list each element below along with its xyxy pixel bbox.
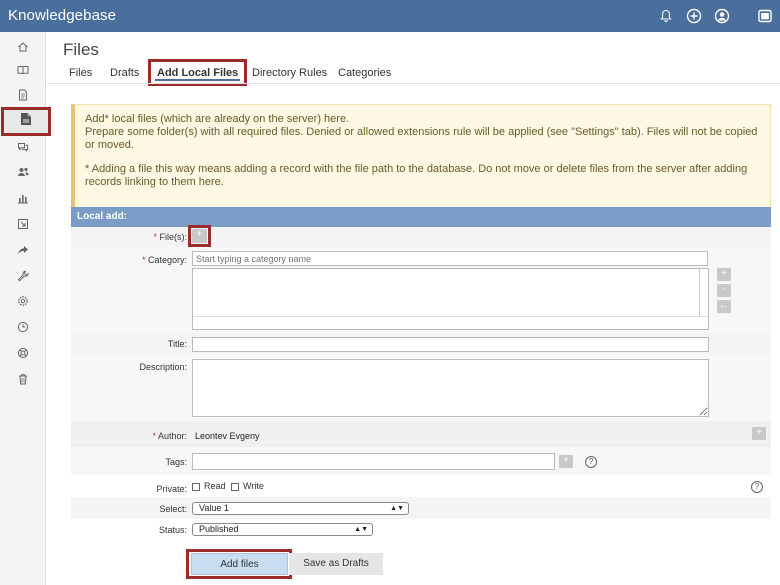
- share-icon[interactable]: [3, 239, 43, 261]
- select-label: Select:: [159, 504, 187, 514]
- category-list-scrollbar[interactable]: [699, 269, 700, 316]
- tags-input[interactable]: [192, 453, 555, 470]
- select-dropdown[interactable]: Value 1 ▲▼: [192, 502, 409, 515]
- files-add-button[interactable]: +: [192, 229, 207, 243]
- comments-icon[interactable]: [3, 136, 43, 158]
- import-icon[interactable]: [3, 213, 43, 235]
- add-files-button[interactable]: Add files: [191, 553, 288, 575]
- document-icon[interactable]: [3, 84, 43, 106]
- panel-header: Local add:: [71, 207, 771, 227]
- book-icon[interactable]: [3, 59, 43, 81]
- title-input[interactable]: [192, 337, 709, 352]
- notice-line-3: * Adding a file this way means adding a …: [85, 163, 748, 188]
- tags-row: Tags: + ?: [71, 447, 771, 475]
- lifebuoy-icon[interactable]: [3, 342, 43, 364]
- category-remove-button[interactable]: -: [717, 284, 731, 297]
- plus-circle-icon[interactable]: [684, 6, 704, 26]
- chevron-updown-icon: ▲▼: [390, 505, 404, 512]
- category-add-button[interactable]: +: [717, 268, 731, 281]
- title-row: Title:: [71, 333, 771, 355]
- home-icon[interactable]: [3, 36, 43, 58]
- window-icon[interactable]: [755, 6, 775, 26]
- author-add-button[interactable]: +: [752, 427, 766, 440]
- tab-divider: [47, 83, 780, 84]
- tags-help-icon[interactable]: ?: [585, 456, 597, 468]
- description-label: Description:: [139, 362, 187, 372]
- private-read-checkbox[interactable]: [192, 482, 200, 491]
- category-list[interactable]: [192, 268, 709, 330]
- author-row: * Author: Leontev Evgeny +: [71, 421, 771, 447]
- top-bar: Knowledgebase: [0, 0, 780, 32]
- tags-add-button[interactable]: +: [559, 455, 573, 468]
- description-row: Description:: [71, 355, 771, 421]
- file-icon: [20, 112, 32, 131]
- sidebar-item-files[interactable]: [1, 107, 51, 136]
- tab-add-local-files-label: Add Local Files: [157, 66, 239, 79]
- sidebar: [0, 32, 51, 585]
- private-write-option[interactable]: Write: [231, 481, 264, 491]
- user-icon[interactable]: [712, 6, 732, 26]
- gear-icon[interactable]: [3, 290, 43, 312]
- bar-chart-icon[interactable]: [3, 187, 43, 209]
- author-value: Leontev Evgeny: [195, 431, 260, 441]
- chevron-updown-icon: ▲▼: [354, 526, 368, 533]
- author-label: * Author:: [152, 431, 187, 441]
- main-content: Files Files Drafts Add Local Files Direc…: [47, 32, 780, 585]
- tags-label: Tags:: [165, 457, 187, 467]
- tab-directory-rules[interactable]: Directory Rules: [252, 67, 327, 79]
- status-row: Status: Published ▲▼: [71, 519, 771, 541]
- save-as-drafts-button[interactable]: Save as Drafts: [289, 553, 383, 575]
- files-label: * File(s):: [153, 232, 187, 242]
- notice-line-1: Add* local files (which are already on t…: [85, 113, 350, 125]
- title-label: Title:: [167, 339, 187, 349]
- tab-categories[interactable]: Categories: [338, 67, 391, 79]
- status-label: Status:: [158, 525, 187, 535]
- active-tab-underline: [155, 79, 241, 81]
- tab-drafts[interactable]: Drafts: [110, 67, 139, 79]
- clock-icon[interactable]: [3, 316, 43, 338]
- private-label: Private:: [156, 484, 187, 494]
- wrench-icon[interactable]: [3, 265, 43, 287]
- category-back-button[interactable]: ←: [717, 300, 731, 313]
- private-read-option[interactable]: Read: [192, 481, 226, 491]
- files-row: * File(s): +: [71, 225, 771, 247]
- category-row: * Category: + - ←: [71, 247, 771, 333]
- category-label: * Category:: [141, 255, 187, 265]
- users-icon[interactable]: [3, 161, 43, 183]
- bell-icon[interactable]: [656, 6, 676, 26]
- add-files-highlight: Add files: [186, 549, 292, 579]
- page-title: Files: [63, 40, 99, 59]
- tab-files[interactable]: Files: [69, 67, 92, 79]
- tab-add-local-files[interactable]: Add Local Files: [148, 59, 248, 86]
- category-input[interactable]: [192, 251, 708, 266]
- private-write-checkbox[interactable]: [231, 482, 239, 491]
- app-title[interactable]: Knowledgebase: [8, 7, 116, 24]
- private-help-icon[interactable]: ?: [751, 481, 763, 493]
- notice-line-2: Prepare some folder(s) with all required…: [85, 126, 758, 151]
- description-textarea[interactable]: [192, 359, 709, 417]
- status-dropdown[interactable]: Published ▲▼: [192, 523, 373, 536]
- files-add-highlight: +: [188, 225, 211, 247]
- trash-icon[interactable]: [3, 368, 43, 390]
- select-row: Select: Value 1 ▲▼: [71, 497, 771, 519]
- private-row: Private: Read Write ?: [71, 475, 771, 497]
